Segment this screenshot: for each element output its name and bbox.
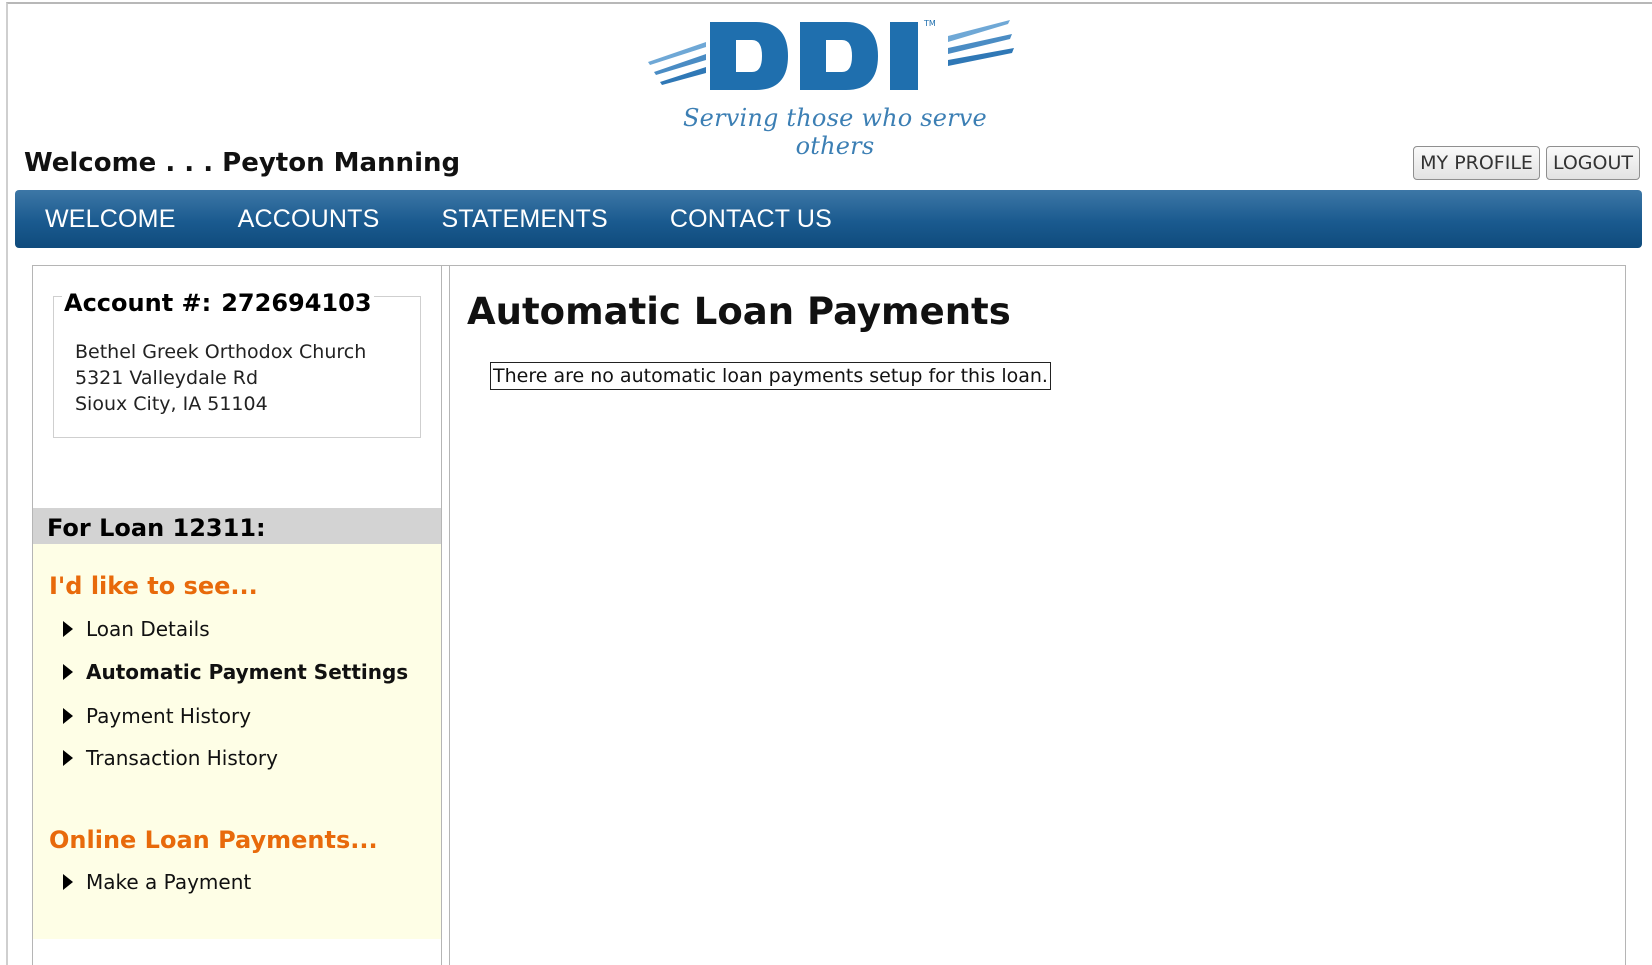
loan-menu: I'd like to see... Loan Details Automati… [33, 544, 441, 939]
loan-header: For Loan 12311: [33, 508, 441, 544]
nav-statements[interactable]: STATEMENTS [441, 205, 607, 234]
triangle-right-icon [63, 664, 73, 680]
account-number: 272694103 [221, 289, 372, 317]
automatic-payment-settings-link[interactable]: Automatic Payment Settings [63, 660, 408, 684]
svg-text:TM: TM [923, 19, 936, 28]
account-address: Bethel Greek Orthodox Church 5321 Valley… [75, 339, 366, 417]
address-line: Bethel Greek Orthodox Church [75, 341, 367, 363]
address-line: 5321 Valleydale Rd [75, 367, 259, 389]
welcome-message: Welcome . . . Peyton Manning [24, 148, 461, 178]
logo-tagline: Serving those who serve others [683, 104, 987, 160]
address-line: Sioux City, IA 51104 [75, 393, 268, 415]
link-label: Automatic Payment Settings [86, 660, 409, 684]
content-panel: Account #: 272694103 Bethel Greek Orthodo… [32, 265, 1626, 965]
account-summary: Account #: 272694103 Bethel Greek Orthodo… [53, 289, 421, 438]
link-label: Loan Details [86, 617, 210, 641]
nav-contact-us[interactable]: CONTACT US [670, 205, 832, 234]
page-title: Automatic Loan Payments [467, 290, 1011, 333]
column-divider [449, 266, 450, 965]
transaction-history-link[interactable]: Transaction History [63, 746, 278, 770]
loan-details-link[interactable]: Loan Details [63, 617, 210, 641]
online-payments-heading: Online Loan Payments... [49, 826, 378, 854]
make-payment-link[interactable]: Make a Payment [63, 870, 251, 894]
logout-button[interactable]: LOGOUT [1545, 146, 1640, 180]
link-label: Payment History [86, 704, 252, 728]
my-profile-button[interactable]: MY PROFILE [1413, 146, 1540, 180]
account-number-heading: Account #: 272694103 [62, 289, 374, 317]
main-nav: WELCOME ACCOUNTS STATEMENTS CONTACT US [15, 190, 1642, 248]
triangle-right-icon [63, 621, 73, 637]
nav-welcome[interactable]: WELCOME [45, 205, 176, 234]
no-payments-notice: There are no automatic loan payments set… [490, 362, 1051, 390]
see-heading: I'd like to see... [49, 572, 258, 600]
header-actions: MY PROFILE LOGOUT [1413, 146, 1640, 180]
triangle-right-icon [63, 874, 73, 890]
account-label: Account #: [64, 289, 212, 317]
nav-accounts[interactable]: ACCOUNTS [238, 205, 380, 234]
link-label: Make a Payment [86, 870, 252, 894]
triangle-right-icon [63, 708, 73, 724]
sidebar: Account #: 272694103 Bethel Greek Orthodo… [33, 266, 442, 965]
link-label: Transaction History [86, 746, 278, 770]
triangle-right-icon [63, 750, 73, 766]
payment-history-link[interactable]: Payment History [63, 704, 251, 728]
